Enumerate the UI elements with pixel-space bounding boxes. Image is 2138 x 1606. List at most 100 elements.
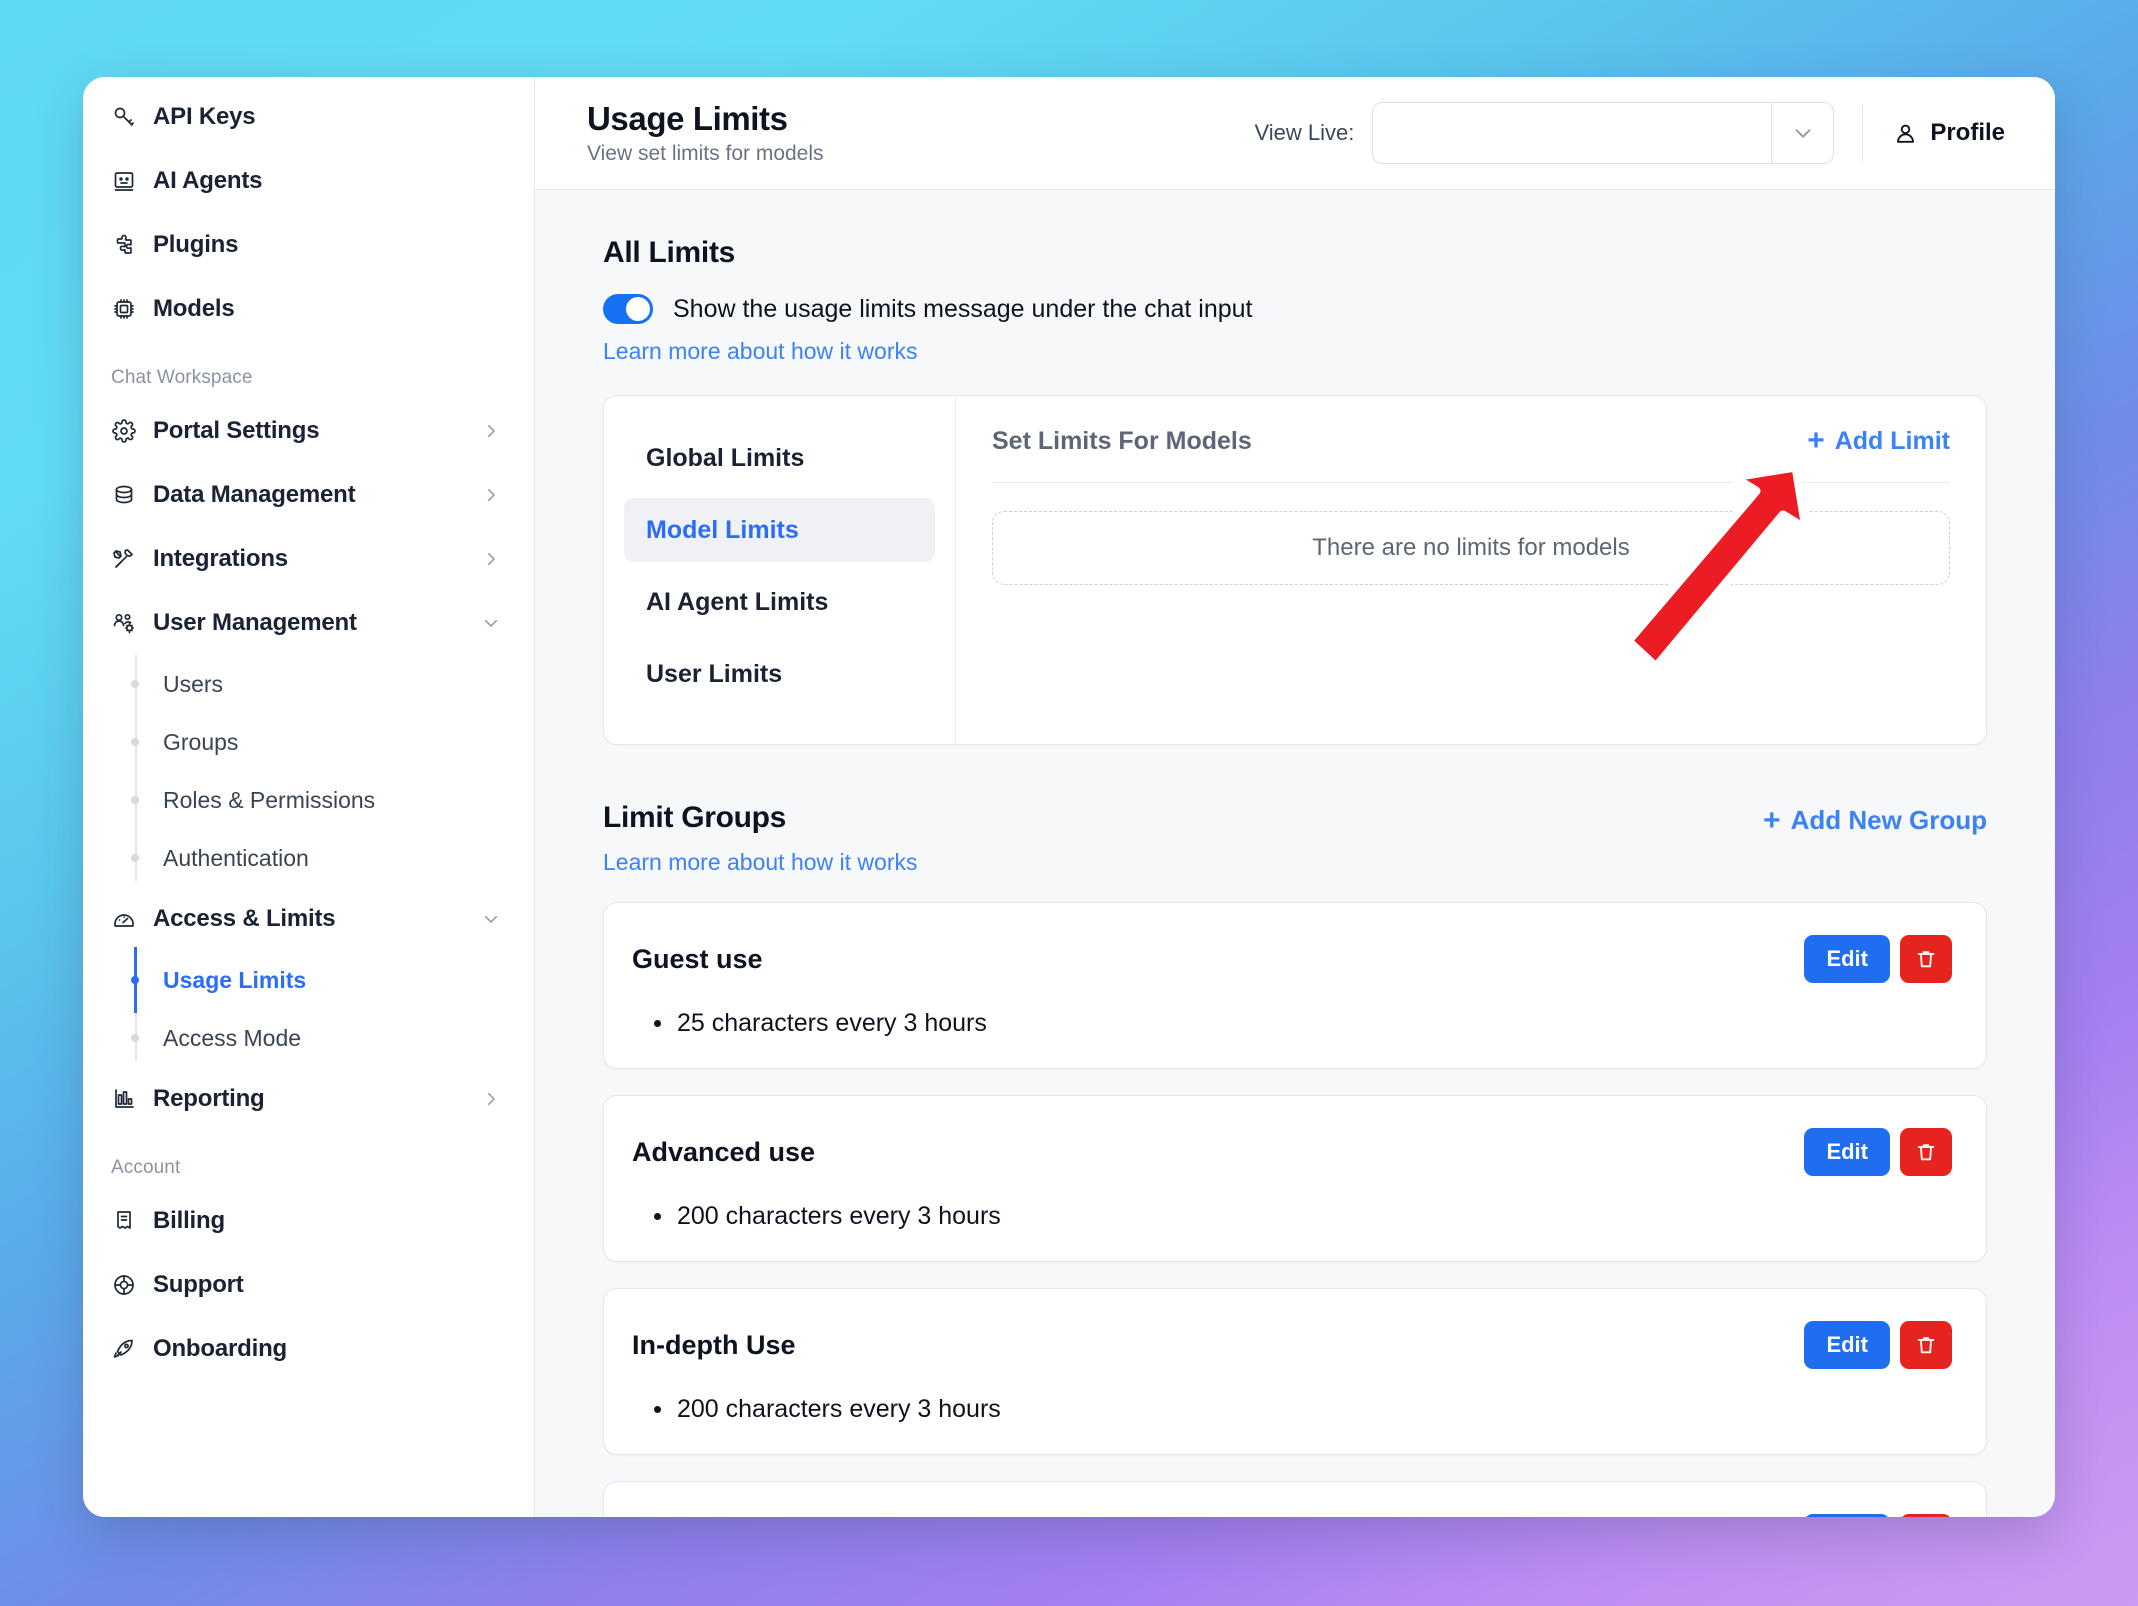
trash-icon — [1917, 951, 1935, 968]
app-window: API Keys AI Agents Plugins Models Chat W… — [83, 77, 2055, 1517]
edit-button[interactable]: Edit — [1804, 1321, 1890, 1369]
toggle-knob — [626, 297, 650, 321]
chevron-right-icon — [482, 550, 500, 568]
limit-group-card: In-depth Use Edit 200 characters every 3… — [603, 1288, 1987, 1455]
sidebar-item-reporting[interactable]: Reporting — [83, 1067, 534, 1131]
gear-icon — [111, 418, 137, 444]
sidebar-item-users[interactable]: Users — [131, 655, 534, 713]
sidebar-item-label: User Management — [153, 609, 357, 636]
chevron-right-icon — [482, 422, 500, 440]
sidebar-item-user-management[interactable]: User Management — [83, 591, 534, 655]
edit-button[interactable]: Edit — [1804, 1128, 1890, 1176]
limit-group-limit-text: 200 characters every 3 hours — [677, 1395, 1001, 1423]
delete-button[interactable] — [1900, 1514, 1952, 1517]
view-live-value[interactable] — [1373, 103, 1771, 163]
bullet-dot-icon — [654, 1020, 661, 1027]
bullet-dot-icon — [131, 976, 139, 984]
limit-group-name: In-depth Use — [632, 1329, 796, 1360]
limit-group-actions: Edit — [1804, 935, 1952, 983]
chevron-down-icon[interactable] — [1771, 103, 1833, 163]
bullet-dot-icon — [131, 680, 139, 688]
sidebar-item-plugins[interactable]: Plugins — [83, 213, 534, 277]
limit-groups-header: Limit Groups Learn more about how it wor… — [603, 801, 1987, 876]
sidebar-item-portal-settings[interactable]: Portal Settings — [83, 399, 534, 463]
tab-global-limits[interactable]: Global Limits — [624, 426, 935, 490]
sidebar-item-billing[interactable]: Billing — [83, 1189, 534, 1253]
sidebar-item-access-mode[interactable]: Access Mode — [131, 1009, 534, 1067]
topbar: Usage Limits View set limits for models … — [535, 77, 2055, 190]
usage-limits-message-row: Show the usage limits message under the … — [603, 294, 1987, 324]
chip-icon — [111, 296, 137, 322]
profile-button[interactable]: Profile — [1862, 105, 2019, 161]
tab-user-limits[interactable]: User Limits — [624, 642, 935, 706]
edit-button[interactable]: Edit — [1804, 1514, 1890, 1517]
sidebar-item-support[interactable]: Support — [83, 1253, 534, 1317]
sidebar-section-account: Account — [111, 1157, 181, 1178]
sidebar-item-integrations[interactable]: Integrations — [83, 527, 534, 591]
all-limits-heading: All Limits — [603, 236, 736, 269]
limits-tab-list: Global Limits Model Limits AI Agent Limi… — [604, 396, 956, 744]
sidebar-item-api-keys[interactable]: API Keys — [83, 85, 534, 149]
limit-groups-learn-more-link[interactable]: Learn more about how it works — [603, 849, 918, 876]
sidebar-item-label: API Keys — [153, 103, 256, 130]
usage-limits-message-toggle[interactable] — [603, 294, 653, 324]
sidebar-item-roles-permissions[interactable]: Roles & Permissions — [131, 771, 534, 829]
add-limit-label: Add Limit — [1834, 426, 1950, 455]
page-subtitle: View set limits for models — [587, 142, 824, 166]
sidebar-item-ai-agents[interactable]: AI Agents — [83, 149, 534, 213]
limit-group-top: Pro Use Edit — [632, 1512, 1952, 1517]
sidebar-subitem-label: Roles & Permissions — [163, 786, 376, 813]
chevron-down-icon — [482, 910, 500, 928]
sidebar-section-chat-workspace: Chat Workspace — [111, 367, 253, 388]
limit-group-limit-text: 200 characters every 3 hours — [677, 1202, 1001, 1230]
content-scroll[interactable]: All Limits Show the usage limits message… — [535, 190, 2055, 1517]
sidebar-subitem-label: Users — [163, 670, 224, 697]
sidebar-item-models[interactable]: Models — [83, 277, 534, 341]
limit-groups-title-block: Limit Groups Learn more about how it wor… — [603, 801, 918, 876]
limit-group-top: Advanced use Edit — [632, 1126, 1952, 1178]
chevron-right-icon — [482, 486, 500, 504]
sidebar-item-groups[interactable]: Groups — [131, 713, 534, 771]
delete-button[interactable] — [1900, 1128, 1952, 1176]
main-area: Usage Limits View set limits for models … — [535, 77, 2055, 1517]
sidebar-item-label: Plugins — [153, 231, 239, 258]
limit-group-name: Advanced use — [632, 1136, 816, 1167]
limit-group-name: Guest use — [632, 943, 763, 974]
sidebar-item-label: Access & Limits — [153, 905, 336, 932]
limits-panel: Set Limits For Models + Add Limit There … — [956, 396, 1986, 744]
sidebar-subitem-label: Usage Limits — [163, 966, 307, 993]
limit-group-card: Advanced use Edit 200 characters every 3… — [603, 1095, 1987, 1262]
user-icon — [1897, 124, 1915, 143]
tab-model-limits[interactable]: Model Limits — [624, 498, 935, 562]
sidebar-item-usage-limits[interactable]: Usage Limits — [131, 947, 534, 1013]
view-live-select[interactable] — [1372, 102, 1835, 164]
trash-icon — [1917, 1337, 1935, 1354]
delete-button[interactable] — [1900, 1321, 1952, 1369]
sidebar-subitem-label: Groups — [163, 728, 239, 755]
delete-button[interactable] — [1900, 935, 1952, 983]
plus-icon: + — [1807, 424, 1825, 457]
rocket-icon — [111, 1336, 137, 1362]
sidebar-item-label: Portal Settings — [153, 417, 320, 444]
bullet-dot-icon — [131, 796, 139, 804]
sidebar-item-onboarding[interactable]: Onboarding — [83, 1317, 534, 1381]
tab-ai-agent-limits[interactable]: AI Agent Limits — [624, 570, 935, 634]
lifebuoy-icon — [111, 1272, 137, 1298]
sidebar-item-label: Integrations — [153, 545, 288, 572]
sidebar-item-data-management[interactable]: Data Management — [83, 463, 534, 527]
limit-group-bullet: 25 characters every 3 hours — [632, 1009, 1952, 1038]
bullet-dot-icon — [131, 1034, 139, 1042]
add-new-group-button[interactable]: + Add New Group — [1763, 805, 1987, 836]
add-limit-button[interactable]: + Add Limit — [1807, 426, 1950, 456]
sidebar-subitem-label: Authentication — [163, 844, 309, 871]
edit-button[interactable]: Edit — [1804, 935, 1890, 983]
all-limits-learn-more-link[interactable]: Learn more about how it works — [603, 338, 918, 365]
sidebar-item-label: AI Agents — [153, 167, 263, 194]
sidebar-item-authentication[interactable]: Authentication — [131, 829, 534, 887]
limit-group-actions: Edit — [1804, 1514, 1952, 1517]
sidebar-item-access-limits[interactable]: Access & Limits — [83, 887, 534, 951]
profile-label: Profile — [1930, 119, 2005, 146]
limit-groups-heading: Limit Groups — [603, 801, 787, 834]
limit-group-top: In-depth Use Edit — [632, 1319, 1952, 1371]
tools-icon — [111, 546, 137, 572]
